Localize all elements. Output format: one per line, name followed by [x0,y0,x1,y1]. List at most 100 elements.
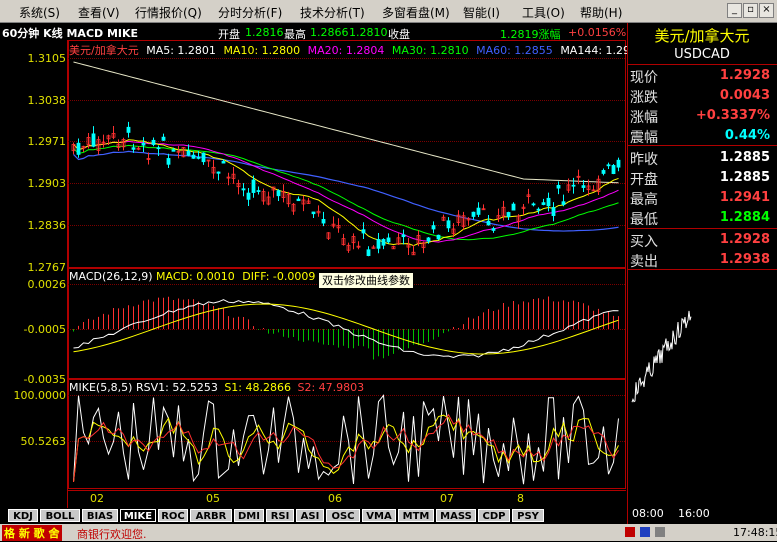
x-axis: 02 05 06 07 8 [68,490,626,508]
candle-body [216,171,221,174]
candle-body [431,225,436,230]
quote-row: 开盘 1.2885 [628,168,776,188]
quote-key: 现价 [630,70,658,86]
ma144-curve [73,61,619,184]
time-label: 08:00 [632,507,664,520]
quote-row: 最高 1.2941 [628,188,776,208]
quote-key: 开盘 [630,172,658,188]
close-button[interactable]: × [759,3,774,18]
candle-body [426,237,431,242]
candle-body [436,234,441,240]
candle-body [446,220,451,229]
quote-key: 昨收 [630,152,658,168]
tab-psy[interactable]: PSY [512,509,544,522]
candle-body [321,219,326,224]
quote-key: 最高 [630,192,658,208]
tab-mtm[interactable]: MTM [398,509,434,522]
tab-vma[interactable]: VMA [362,509,396,522]
quote-row: 最低 1.2884 [628,208,776,228]
candle-body [171,149,176,152]
ma20-line [73,140,619,243]
tab-arbr[interactable]: ARBR [190,509,232,522]
candle-body [531,203,536,206]
x-tick: 8 [517,492,524,505]
quote-key: 买入 [630,234,658,250]
quote-value: 1.2884 [719,210,770,225]
divider [628,64,777,65]
quote-value: +0.3337% [695,108,770,123]
tab-bias[interactable]: BIAS [82,509,118,522]
minimize-button[interactable]: _ [727,3,742,18]
mike-lines [73,394,619,485]
candle-body [376,239,381,249]
instrument-code: USDCAD [674,47,730,62]
candle-body [201,152,206,163]
candle-body [381,239,386,246]
tab-dmi[interactable]: DMI [234,509,264,522]
quote-key: 最低 [630,212,658,228]
quote-row: 买入 1.2928 [628,230,776,250]
candle-body [256,190,261,192]
candle-body [506,212,511,217]
x-tick: 06 [328,492,342,505]
network-icon[interactable] [640,527,650,537]
candle-body [246,192,251,200]
candle-body [606,164,611,167]
instrument-title: 美元/加拿大元 [654,27,750,45]
candle-body [311,211,316,215]
tab-asi[interactable]: ASI [296,509,324,522]
candle-body [571,184,576,187]
x-tick: 05 [206,492,220,505]
candlesticks [71,121,621,257]
quote-value: 1.2941 [719,190,770,205]
candle-body [541,202,546,205]
candle-body [361,229,366,234]
candle-body [126,126,131,133]
x-tick: 07 [440,492,454,505]
quote-key: 涨跌 [630,90,658,106]
quote-value: 1.2928 [719,68,770,83]
quote-row: 涨跌 0.0043 [628,86,776,106]
candle-body [196,156,201,159]
quote-row: 涨幅 +0.3337% [628,106,776,126]
status-text: 商银行欢迎您. [77,528,147,541]
ma20-curve [73,140,619,243]
chart-canvas[interactable] [0,0,627,508]
candle-body [221,161,226,164]
alert-icon[interactable] [625,527,635,537]
candle-body [251,179,256,193]
quote-value: 0.44% [724,128,770,143]
tab-kdj[interactable]: KDJ [8,509,38,522]
tab-boll[interactable]: BOLL [40,509,80,522]
tab-roc[interactable]: ROC [158,509,188,522]
candle-body [161,136,166,141]
quote-value: 0.0043 [719,88,770,103]
candle-body [186,150,191,156]
candle-body [491,228,496,231]
candle-body [546,197,551,207]
divider [628,145,777,146]
candle-body [241,188,246,191]
tab-mass[interactable]: MASS [436,509,476,522]
tab-osc[interactable]: OSC [326,509,360,522]
s1-curve [73,414,619,482]
indicator-tab-bar: KDJ BOLL BIAS MIKE ROC ARBR DMI RSI ASI OSC VMA MTM… [0,508,627,523]
quote-value: 1.2885 [719,170,770,185]
divider [628,269,777,270]
restore-button[interactable]: ▫ [743,3,758,18]
mini-intraday-chart[interactable] [628,271,776,501]
s2-curve [73,413,619,482]
tab-mike[interactable]: MIKE [120,509,156,522]
dea-curve [73,303,619,355]
tab-rsi[interactable]: RSI [266,509,294,522]
candle-body [471,211,476,217]
news-label[interactable]: 格 新 歌 舍 [2,525,62,541]
tooltip: 双击修改曲线参数 [318,272,414,289]
sound-icon[interactable] [655,527,665,537]
intraday-line [631,310,692,403]
quote-row: 现价 1.2928 [628,66,776,86]
quote-row: 震幅 0.44% [628,126,776,146]
candle-body [386,237,391,243]
candle-body [166,158,171,165]
tab-cdp[interactable]: CDP [478,509,510,522]
